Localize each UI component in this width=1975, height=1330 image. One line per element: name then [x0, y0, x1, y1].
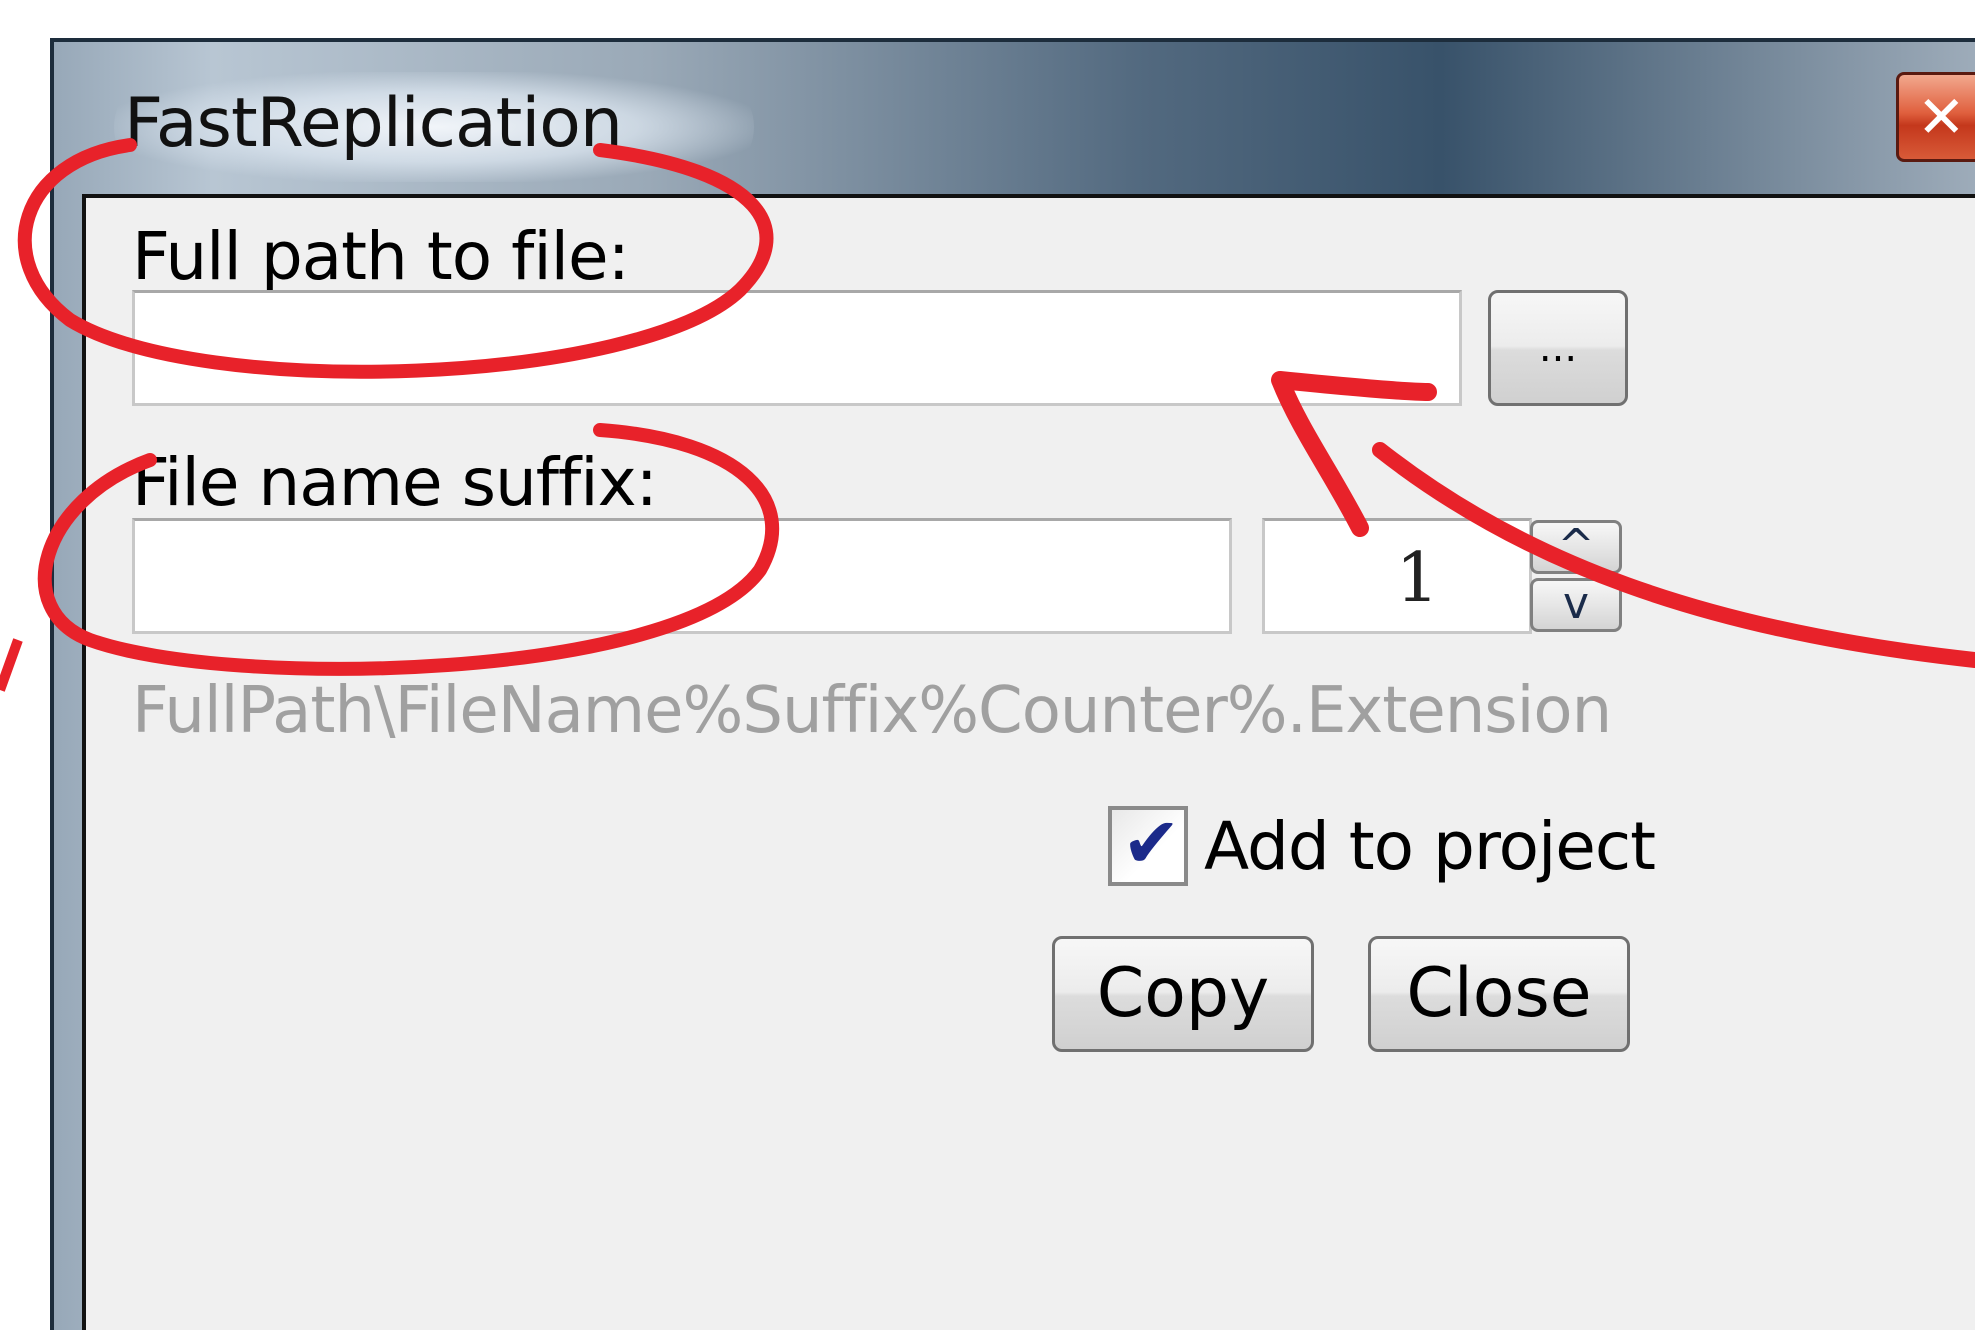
path-input[interactable]: [132, 290, 1462, 406]
path-label: Full path to file:: [132, 218, 630, 295]
arrow-fragment-left: [0, 638, 23, 692]
counter-value: 1: [1395, 539, 1439, 618]
title-bar[interactable]: FastReplication ✕: [54, 42, 1975, 192]
suffix-input[interactable]: [132, 518, 1232, 634]
copy-button[interactable]: Copy: [1052, 936, 1314, 1052]
window-title: FastReplication: [124, 84, 623, 163]
screenshot-stage: FastReplication ✕ Full path to file: ...…: [0, 0, 1975, 1330]
dialog-client-area: Full path to file: ... File name suffix:…: [82, 194, 1975, 1330]
close-button[interactable]: Close: [1368, 936, 1630, 1052]
counter-input[interactable]: 1: [1262, 518, 1532, 634]
chevron-up-icon: ^: [1557, 520, 1595, 571]
add-to-project-label[interactable]: Add to project: [1204, 808, 1656, 885]
add-to-project-checkbox[interactable]: ✔: [1108, 802, 1188, 886]
close-icon: ✕: [1917, 83, 1966, 151]
window-close-button[interactable]: ✕: [1896, 72, 1975, 162]
fastreplication-window: FastReplication ✕ Full path to file: ...…: [50, 38, 1975, 1330]
suffix-label: File name suffix:: [132, 444, 658, 521]
counter-down-button[interactable]: v: [1530, 578, 1622, 632]
browse-button[interactable]: ...: [1488, 290, 1628, 406]
pattern-hint: FullPath\FileName%Suffix%Counter%.Extens…: [132, 674, 1612, 748]
counter-up-button[interactable]: ^: [1530, 520, 1622, 574]
checkmark-icon: ✔: [1122, 802, 1181, 884]
chevron-down-icon: v: [1562, 578, 1590, 629]
